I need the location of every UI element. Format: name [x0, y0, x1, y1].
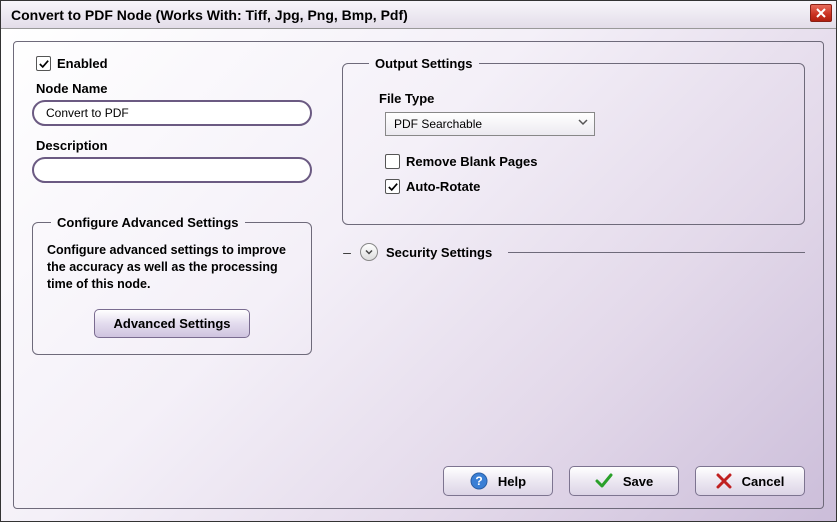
chevron-down-icon [364, 247, 374, 257]
file-type-label: File Type [379, 91, 782, 106]
close-button[interactable] [810, 4, 832, 22]
right-column: Output Settings File Type PDF Searchable… [342, 56, 805, 355]
chevron-down-icon [578, 117, 588, 130]
security-expand-toggle[interactable] [360, 243, 378, 261]
auto-rotate-checkbox[interactable] [385, 179, 400, 194]
auto-rotate-row: Auto-Rotate [385, 179, 782, 194]
window-title: Convert to PDF Node (Works With: Tiff, J… [11, 7, 408, 23]
enabled-checkbox[interactable] [36, 56, 51, 71]
security-divider [508, 252, 805, 253]
advanced-settings-group: Configure Advanced Settings Configure ad… [32, 215, 312, 355]
output-settings-group: Output Settings File Type PDF Searchable… [342, 56, 805, 225]
auto-rotate-label: Auto-Rotate [406, 179, 480, 194]
remove-blank-row: Remove Blank Pages [385, 154, 782, 169]
output-settings-legend: Output Settings [369, 56, 479, 71]
file-type-dropdown[interactable]: PDF Searchable [385, 112, 595, 136]
save-label: Save [623, 474, 653, 489]
advanced-settings-legend: Configure Advanced Settings [51, 215, 245, 230]
help-label: Help [498, 474, 526, 489]
help-icon: ? [470, 472, 488, 490]
node-name-label: Node Name [36, 81, 312, 96]
save-button[interactable]: Save [569, 466, 679, 496]
description-label: Description [36, 138, 312, 153]
columns: Enabled Node Name Description Configure … [32, 56, 805, 355]
close-icon [816, 8, 826, 18]
security-settings-label: Security Settings [386, 245, 492, 260]
remove-blank-label: Remove Blank Pages [406, 154, 538, 169]
collapse-minus-icon: – [342, 244, 352, 260]
security-settings-row: – Security Settings [342, 243, 805, 261]
left-column: Enabled Node Name Description Configure … [32, 56, 312, 355]
inner-frame: Enabled Node Name Description Configure … [13, 41, 824, 509]
description-input[interactable] [32, 157, 312, 183]
help-button[interactable]: ? Help [443, 466, 553, 496]
dialog-window: Convert to PDF Node (Works With: Tiff, J… [0, 0, 837, 522]
file-type-value: PDF Searchable [394, 117, 482, 131]
cancel-icon [716, 473, 732, 489]
dialog-body: Enabled Node Name Description Configure … [1, 29, 836, 521]
enabled-label: Enabled [57, 56, 108, 71]
titlebar: Convert to PDF Node (Works With: Tiff, J… [1, 1, 836, 29]
remove-blank-checkbox[interactable] [385, 154, 400, 169]
svg-text:?: ? [475, 474, 482, 488]
footer: ? Help Save Cancel [32, 454, 805, 496]
check-icon [595, 472, 613, 490]
cancel-button[interactable]: Cancel [695, 466, 805, 496]
enabled-row: Enabled [36, 56, 312, 71]
node-name-input[interactable] [32, 100, 312, 126]
advanced-settings-desc: Configure advanced settings to improve t… [47, 242, 297, 293]
advanced-settings-button[interactable]: Advanced Settings [94, 309, 249, 338]
cancel-label: Cancel [742, 474, 785, 489]
